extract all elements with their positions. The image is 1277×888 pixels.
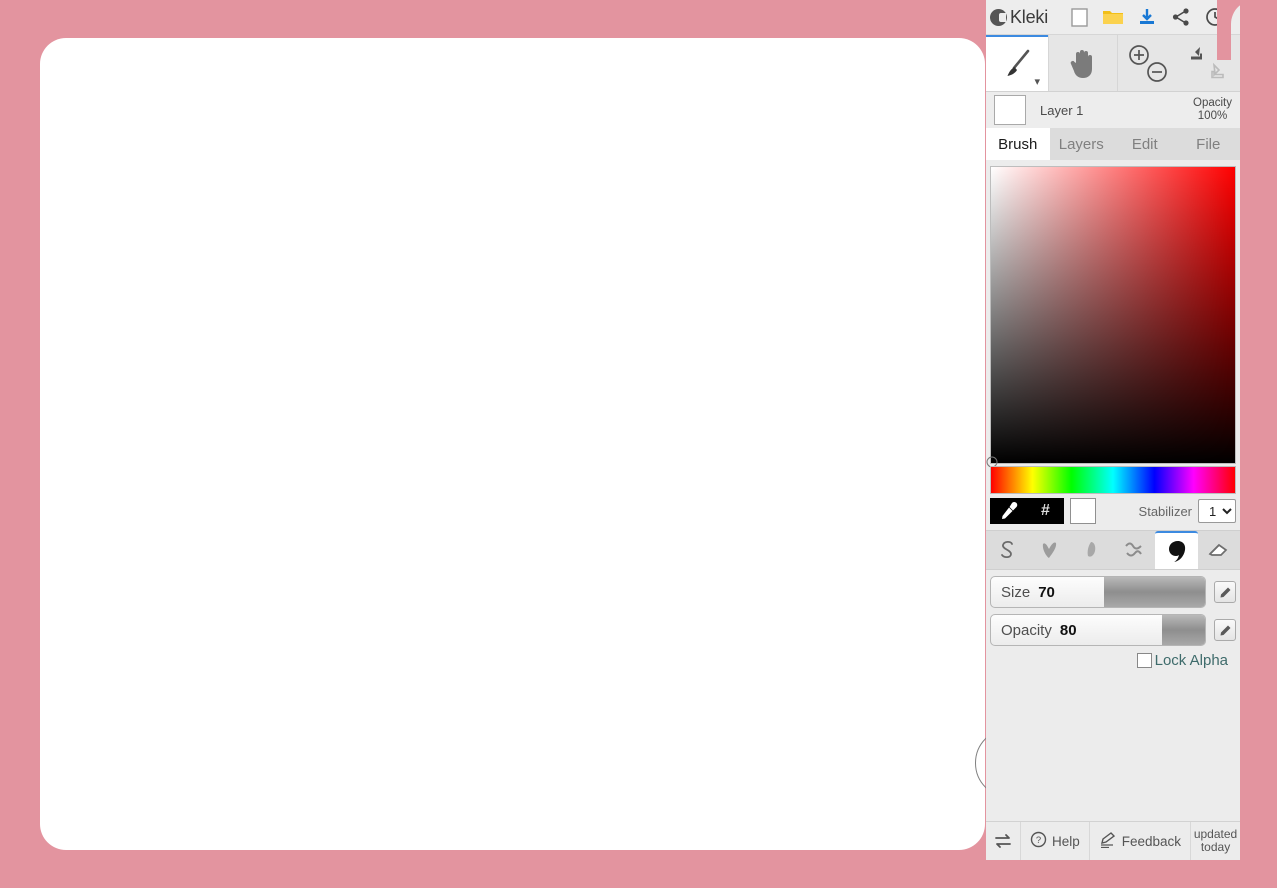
top-toolbar: Kleki (986, 0, 1240, 35)
sv-gradient (991, 167, 1235, 463)
lock-alpha-row[interactable]: Lock Alpha (990, 652, 1236, 669)
size-label: Size (1001, 583, 1031, 601)
stabilizer-label: Stabilizer (1138, 503, 1192, 519)
layer-row[interactable]: Layer 1 Opacity 100% (986, 92, 1240, 128)
tool-brush[interactable]: ▾ (986, 35, 1048, 91)
footer-help-button[interactable]: ? Help (1021, 822, 1090, 860)
current-color-swatch[interactable] (1070, 498, 1096, 524)
footer-feedback-button[interactable]: Feedback (1090, 822, 1192, 860)
kleki-logo-icon (990, 8, 1007, 26)
brush-shape-row (986, 530, 1240, 570)
opacity-slider-text: Opacity 80 (1001, 615, 1077, 645)
color-tool-group: # (990, 498, 1064, 524)
layer-name: Layer 1 (1040, 102, 1084, 118)
footer-updated-line2: today (1200, 840, 1231, 854)
new-image-icon[interactable] (1062, 0, 1096, 34)
brush-shape-eraser[interactable] (1198, 531, 1240, 569)
hue-gradient (991, 467, 1235, 493)
brush-sliders: Size 70 Opacity 80 Lock Alpha (986, 570, 1240, 669)
saturation-value-field[interactable] (986, 166, 1236, 468)
layer-thumbnail[interactable] (994, 95, 1026, 125)
open-folder-icon[interactable] (1096, 0, 1130, 34)
opacity-value: 80 (1059, 621, 1077, 639)
layer-opacity[interactable]: Opacity 100% (1193, 97, 1232, 123)
color-controls-row: # Stabilizer 1 (990, 498, 1236, 524)
footer-help-label: Help (1052, 833, 1080, 849)
panel-spacer (986, 669, 1240, 821)
lock-alpha-label: Lock Alpha (1154, 652, 1228, 669)
app-name: Kleki (1010, 6, 1049, 27)
opacity-label: Opacity (1001, 621, 1052, 639)
size-slider-text: Size 70 (1001, 577, 1055, 607)
chevron-down-icon[interactable]: ▾ (1034, 75, 1040, 88)
zoom-out-icon[interactable] (1146, 61, 1168, 86)
opacity-edit-pencil-icon[interactable] (1214, 619, 1236, 641)
eyedropper-icon[interactable] (990, 501, 1027, 521)
drawing-canvas[interactable] (40, 38, 1045, 850)
clock-history-icon[interactable] (1198, 0, 1232, 34)
hue-slider[interactable] (990, 466, 1236, 494)
lock-alpha-checkbox[interactable] (1136, 653, 1152, 668)
app-root: Kleki ▾ Layer 1 Opacity 100% Brush Layer… (0, 0, 1277, 888)
hash-hex-icon[interactable]: # (1027, 502, 1064, 520)
undo-arrow-icon[interactable] (1186, 43, 1208, 68)
layer-opacity-value: 100% (1197, 110, 1228, 122)
download-save-icon[interactable] (1130, 0, 1164, 34)
brush-shape-sketchy[interactable] (1071, 531, 1113, 569)
tool-undo-redo[interactable] (1178, 35, 1240, 91)
tab-file[interactable]: File (1177, 128, 1241, 160)
brush-shape-pixel[interactable] (1113, 531, 1155, 569)
size-edit-pencil-icon[interactable] (1214, 581, 1236, 603)
brush-panel: # Stabilizer 1 Size 70 Opacity 80 Lock A… (986, 160, 1240, 821)
opacity-slider[interactable]: Opacity 80 (990, 614, 1206, 646)
tool-hand-pan[interactable] (1048, 35, 1117, 91)
svg-text:?: ? (1036, 835, 1041, 846)
size-slider-line: Size 70 (990, 576, 1236, 608)
feedback-pencil-icon (1099, 831, 1117, 851)
opacity-slider-track (1162, 615, 1205, 645)
size-slider-track (1104, 577, 1205, 607)
panel-footer: ? Help Feedback updated today (986, 821, 1240, 860)
brush-shape-pen[interactable] (986, 531, 1028, 569)
stabilizer-group: Stabilizer 1 (1139, 499, 1236, 523)
stabilizer-select[interactable]: 1 (1198, 499, 1236, 523)
footer-updated-badge[interactable]: updated today (1191, 822, 1240, 860)
footer-feedback-label: Feedback (1121, 833, 1182, 849)
share-icon[interactable] (1164, 0, 1198, 34)
size-slider[interactable]: Size 70 (990, 576, 1206, 608)
layer-opacity-label: Opacity (1193, 97, 1232, 109)
tool-zoom[interactable] (1117, 35, 1178, 91)
redo-arrow-icon (1206, 61, 1228, 86)
tool-row: ▾ (986, 35, 1240, 92)
question-circle-icon: ? (1030, 831, 1047, 851)
opacity-slider-line: Opacity 80 (990, 614, 1236, 646)
kleki-panel: Kleki ▾ Layer 1 Opacity 100% Brush Layer… (986, 0, 1240, 860)
tab-layers[interactable]: Layers (1050, 128, 1114, 160)
brush-shape-blend[interactable] (1028, 531, 1070, 569)
tab-brush[interactable]: Brush (986, 128, 1050, 160)
panel-tabs: Brush Layers Edit File (986, 128, 1240, 160)
size-value: 70 (1038, 583, 1055, 601)
tab-edit[interactable]: Edit (1113, 128, 1177, 160)
footer-undo-button[interactable] (986, 822, 1021, 860)
app-logo: Kleki (990, 7, 1048, 28)
brush-shape-chemy[interactable] (1155, 531, 1198, 569)
